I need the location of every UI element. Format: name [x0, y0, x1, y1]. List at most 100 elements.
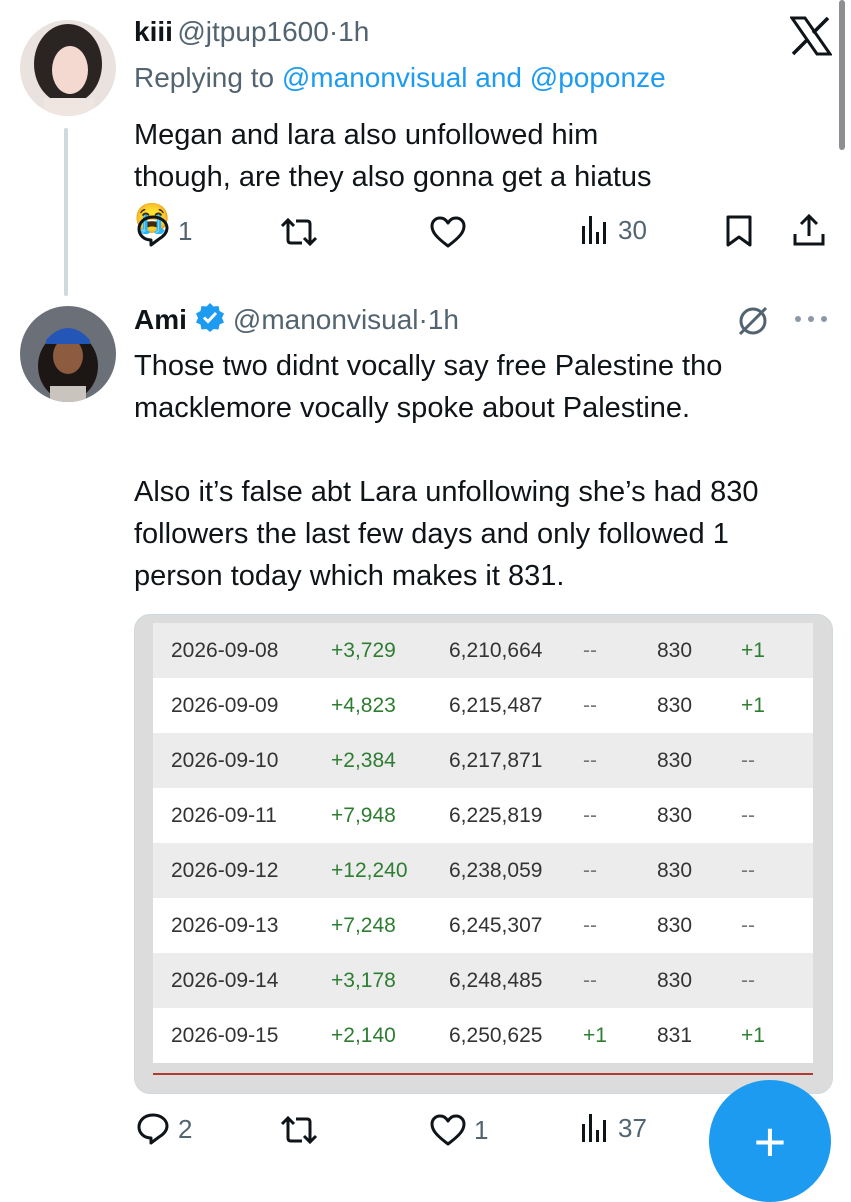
change-cell: --	[583, 858, 597, 882]
tweet-header: Ami @manonvisual·1h	[134, 302, 459, 337]
bookmark-button[interactable]	[724, 214, 754, 253]
timestamp[interactable]: 1h	[428, 304, 459, 335]
views-icon	[580, 1112, 610, 1144]
heart-icon	[430, 1114, 466, 1146]
thread-line	[64, 128, 68, 296]
tweet-text: Those two didnt vocally say free Palesti…	[134, 350, 759, 592]
reply-button[interactable]: 1	[136, 214, 192, 248]
date-cell: 2026-09-15	[171, 1023, 279, 1047]
change-cell: --	[583, 968, 597, 992]
following-cell: 830	[657, 638, 693, 662]
change-cell: --	[583, 748, 597, 772]
total-cell: 6,248,485	[449, 968, 543, 992]
repost-icon	[278, 1114, 320, 1146]
verified-badge-icon	[195, 302, 225, 337]
share-button[interactable]	[792, 212, 826, 253]
gain-cell: +4,823	[331, 693, 396, 717]
gain-cell: +7,948	[331, 803, 396, 827]
scrollbar[interactable]	[839, 0, 845, 150]
date-cell: 2026-09-13	[171, 913, 279, 937]
date-cell: 2026-09-12	[171, 858, 279, 882]
repost-icon	[278, 216, 320, 248]
separator: ·	[328, 16, 339, 47]
avatar[interactable]	[20, 20, 116, 116]
views-count: 30	[618, 214, 647, 245]
like-button[interactable]	[430, 216, 474, 248]
plus-icon: +	[753, 1109, 787, 1173]
date-cell: 2026-09-14	[171, 968, 279, 992]
following-cell: 830	[657, 803, 693, 827]
timestamp[interactable]: 1h	[338, 16, 369, 47]
views-icon	[580, 214, 610, 246]
date-cell: 2026-09-09	[171, 693, 279, 717]
following-cell: 831	[657, 1023, 693, 1047]
total-cell: 6,225,819	[449, 803, 543, 827]
change-cell: --	[583, 638, 597, 662]
gain-cell: +2,140	[331, 1023, 396, 1047]
reply-mention-link[interactable]: @poponze	[530, 62, 666, 93]
display-name[interactable]: kiii	[134, 16, 173, 47]
change-cell: --	[583, 913, 597, 937]
grok-icon[interactable]	[736, 304, 770, 343]
total-cell: 6,217,871	[449, 748, 543, 772]
avatar[interactable]	[20, 306, 116, 402]
replying-to-label: Replying to	[134, 62, 282, 93]
following-cell: 830	[657, 913, 693, 937]
following-change-cell: --	[741, 968, 755, 992]
following-change-cell: +1	[741, 638, 765, 662]
table-row: 2026-09-09 +4,823 6,215,487 -- 830 +1	[153, 678, 813, 733]
more-options-icon[interactable]	[792, 312, 830, 331]
reply-button[interactable]: 2	[136, 1112, 192, 1146]
total-cell: 6,210,664	[449, 638, 543, 662]
views-button[interactable]: 37	[580, 1112, 647, 1144]
table-row: 2026-09-10 +2,384 6,217,871 -- 830 --	[153, 733, 813, 788]
following-cell: 830	[657, 968, 693, 992]
following-change-cell: --	[741, 913, 755, 937]
reply-icon	[136, 214, 170, 248]
table-row: 2026-09-13 +7,248 6,245,307 -- 830 --	[153, 898, 813, 953]
replying-to: Replying to @manonvisual and @poponze	[134, 62, 666, 94]
reply-count: 2	[178, 1113, 193, 1144]
separator: ·	[418, 303, 428, 335]
user-handle[interactable]: @manonvisual	[233, 304, 419, 335]
date-cell: 2026-09-10	[171, 748, 279, 772]
gain-cell: +7,248	[331, 913, 396, 937]
change-cell: +1	[583, 1023, 607, 1047]
following-change-cell: +1	[741, 693, 765, 717]
total-cell: 6,250,625	[449, 1023, 543, 1047]
reply-mention-link[interactable]: @manonvisual	[282, 62, 468, 93]
compose-button[interactable]: +	[709, 1080, 831, 1202]
table-row: 2026-09-14 +3,178 6,248,485 -- 830 --	[153, 953, 813, 1008]
following-cell: 830	[657, 858, 693, 882]
reply-count: 1	[178, 215, 193, 246]
repost-button[interactable]	[278, 1114, 328, 1146]
reply-icon	[136, 1112, 170, 1146]
following-change-cell: --	[741, 858, 755, 882]
table-row: 2026-09-08 +3,729 6,210,664 -- 830 +1	[153, 623, 813, 678]
table-row: 2026-09-12 +12,240 6,238,059 -- 830 --	[153, 843, 813, 898]
user-handle[interactable]: @jtpup1600	[177, 16, 328, 47]
share-icon	[792, 213, 826, 252]
heart-icon	[430, 216, 466, 248]
following-cell: 830	[657, 693, 693, 717]
like-button[interactable]: 1	[430, 1114, 488, 1146]
x-logo-icon[interactable]	[789, 16, 833, 61]
reply-and-text: and	[467, 62, 530, 93]
gain-cell: +3,178	[331, 968, 396, 992]
followers-table: 2026-09-08 +3,729 6,210,664 -- 830 +1 2026-09-…	[153, 623, 813, 1075]
table-row: 2026-09-15 +2,140 6,250,625 +1 831 +1	[153, 1008, 813, 1063]
views-button[interactable]: 30	[580, 214, 647, 246]
total-cell: 6,238,059	[449, 858, 543, 882]
following-change-cell: --	[741, 803, 755, 827]
tweet-image[interactable]: 2026-09-08 +3,729 6,210,664 -- 830 +1 2026-09-…	[134, 614, 833, 1094]
tweet-header: kiii @jtpup1600·1h	[134, 16, 369, 48]
table-row: 2026-09-11 +7,948 6,225,819 -- 830 --	[153, 788, 813, 843]
following-cell: 830	[657, 748, 693, 772]
gain-cell: +12,240	[331, 858, 408, 882]
views-count: 37	[618, 1112, 647, 1143]
repost-button[interactable]	[278, 216, 328, 248]
date-cell: 2026-09-11	[171, 803, 277, 827]
following-change-cell: --	[741, 748, 755, 772]
table-divider	[153, 1073, 813, 1075]
display-name[interactable]: Ami	[134, 304, 187, 336]
